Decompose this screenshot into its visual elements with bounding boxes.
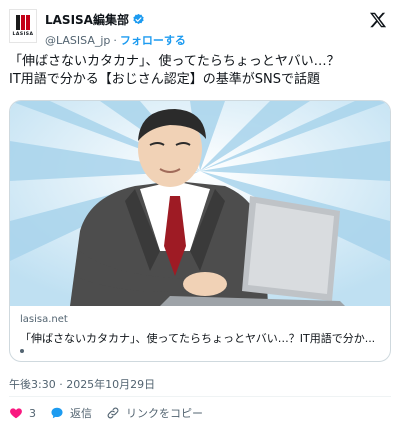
brand-logo-icon xyxy=(16,15,30,30)
divider xyxy=(9,396,391,397)
tweet-header: LASISA LASISA編集部 @LASISA_jp · フォローする xyxy=(9,9,391,47)
copy-link-button[interactable]: リンクをコピー xyxy=(106,405,203,421)
illustration-businessman-laptop xyxy=(10,101,390,306)
tweet-text: 「伸ばさないカタカナ」、使ってたらちょっとヤバい…？ IT用語で分かる【おじさん… xyxy=(9,53,389,89)
link-card-domain: lasisa.net xyxy=(20,314,68,325)
link-card-title[interactable]: 「伸ばさないカタカナ」、使ってたらちょっとヤバい…？IT用語で分か... xyxy=(20,330,380,346)
link-card-dot xyxy=(20,349,24,353)
separator-dot: · xyxy=(113,33,117,47)
x-logo-icon[interactable] xyxy=(369,11,387,29)
reply-button[interactable]: 返信 xyxy=(50,405,92,421)
action-bar: 3 返信 リンクをコピー xyxy=(9,404,203,422)
account-info: LASISA編集部 @LASISA_jp · フォローする xyxy=(45,11,186,48)
follow-button[interactable]: フォローする xyxy=(120,32,186,48)
copy-link-label: リンクをコピー xyxy=(126,407,203,420)
display-name[interactable]: LASISA編集部 xyxy=(45,11,129,28)
tweet-text-line-2: IT用語で分かる【おじさん認定】の基準がSNSで話題 xyxy=(9,72,321,87)
reply-label: 返信 xyxy=(70,407,92,420)
handle-row: @LASISA_jp · フォローする xyxy=(45,32,186,48)
account-handle[interactable]: @LASISA_jp xyxy=(45,34,110,47)
avatar[interactable]: LASISA xyxy=(9,9,37,43)
reply-bubble-icon xyxy=(51,407,63,419)
tweet-timestamp[interactable]: 午後3:30 · 2025年10月29日 xyxy=(9,376,155,392)
link-icon xyxy=(107,407,119,419)
link-card[interactable]: lasisa.net 「伸ばさないカタカナ」、使ってたらちょっとヤバい…？IT用… xyxy=(9,100,391,362)
verified-badge-icon xyxy=(133,13,144,25)
tweet-text-line-1: 「伸ばさないカタカナ」、使ってたらちょっとヤバい…？ xyxy=(9,54,340,69)
link-card-image[interactable] xyxy=(10,101,390,306)
like-count: 3 xyxy=(29,406,36,420)
display-name-row[interactable]: LASISA編集部 xyxy=(45,11,186,28)
like-button[interactable]: 3 xyxy=(9,406,36,420)
heart-icon xyxy=(10,408,22,419)
avatar-logo-text: LASISA xyxy=(12,32,34,37)
